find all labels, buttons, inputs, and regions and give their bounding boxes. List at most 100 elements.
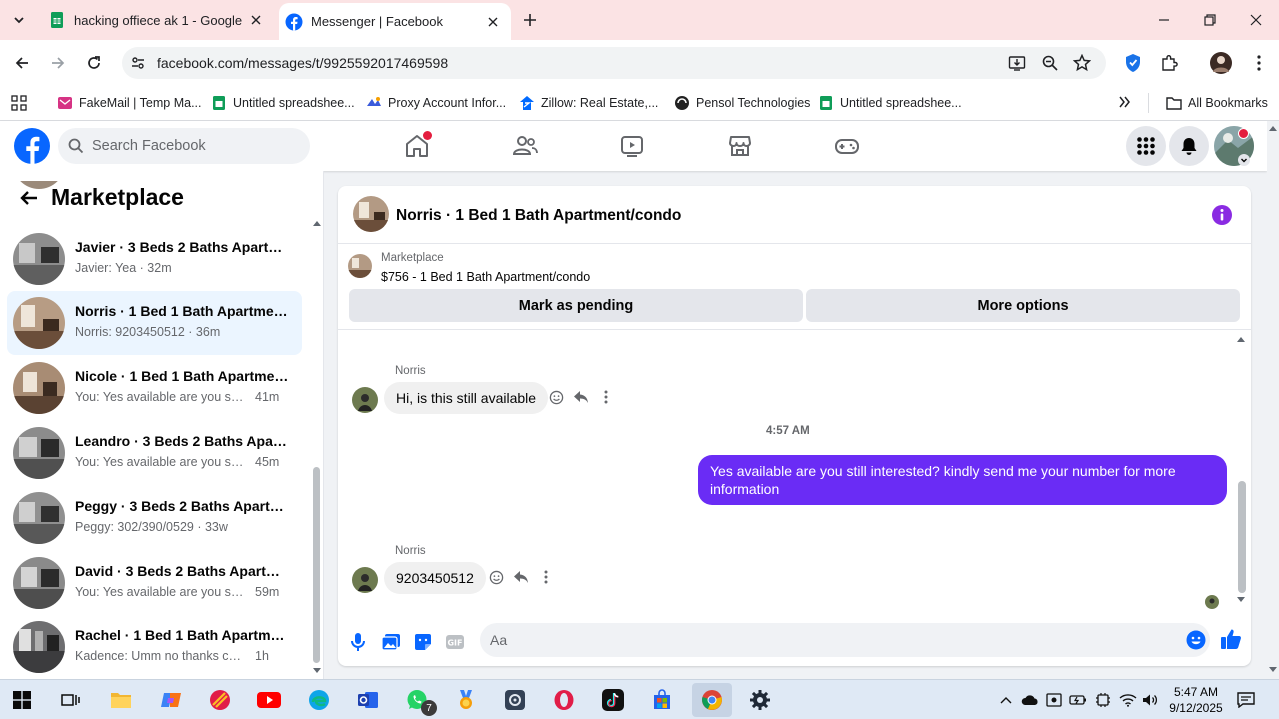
nav-video[interactable] bbox=[617, 131, 647, 161]
close-window-button[interactable] bbox=[1233, 0, 1279, 40]
tab-google-sheets[interactable]: hacking offiece ak 1 - Google Sh bbox=[40, 0, 274, 40]
emoji-icon[interactable] bbox=[1186, 630, 1206, 650]
reload-button[interactable] bbox=[82, 51, 106, 75]
scroll-up-arrow-icon[interactable] bbox=[1269, 125, 1277, 131]
listing-avatar[interactable] bbox=[353, 196, 389, 232]
reply-icon[interactable] bbox=[512, 568, 530, 586]
facebook-logo-icon[interactable] bbox=[14, 128, 50, 164]
sticker-button[interactable] bbox=[411, 630, 435, 654]
more-vertical-icon[interactable] bbox=[537, 568, 555, 586]
react-icon[interactable] bbox=[487, 568, 505, 586]
listing-thumbnail[interactable] bbox=[348, 254, 372, 278]
more-vertical-icon[interactable] bbox=[597, 388, 615, 406]
notifications-button[interactable] bbox=[1169, 126, 1209, 166]
conversation-item[interactable]: Rachel · 1 Bed 1 Bath Apartment... Kaden… bbox=[7, 615, 302, 679]
extension-shield-button[interactable] bbox=[1121, 51, 1145, 75]
listing-price-title[interactable]: $756 - 1 Bed 1 Bath Apartment/condo bbox=[381, 270, 590, 284]
restore-button[interactable] bbox=[1187, 0, 1233, 40]
chevron-double-right-icon[interactable] bbox=[1118, 95, 1132, 109]
show-hidden-icons-button[interactable] bbox=[997, 691, 1015, 709]
settings-button[interactable] bbox=[746, 686, 774, 714]
microsoft-store-button[interactable] bbox=[648, 686, 676, 714]
incoming-message-bubble[interactable]: Hi, is this still available bbox=[384, 382, 549, 414]
gif-button[interactable]: GIF bbox=[443, 630, 467, 654]
start-button[interactable] bbox=[8, 686, 36, 714]
bookmark-fakemail[interactable]: FakeMail | Temp Ma... bbox=[57, 91, 202, 115]
minimize-button[interactable] bbox=[1141, 0, 1187, 40]
scroll-up-arrow-icon[interactable] bbox=[312, 219, 322, 227]
conversation-item-selected[interactable]: Norris · 1 Bed 1 Bath Apartment... Norri… bbox=[7, 291, 302, 355]
scroll-up-arrow-icon[interactable] bbox=[1236, 335, 1246, 343]
tray-utility-icon[interactable] bbox=[1094, 691, 1112, 709]
nav-gaming[interactable] bbox=[832, 131, 862, 161]
conversation-item[interactable]: Peggy · 3 Beds 2 Baths Apartme... Peggy:… bbox=[7, 486, 302, 550]
task-view-button[interactable] bbox=[57, 686, 85, 714]
conversation-item[interactable]: David · 3 Beds 2 Baths Apartme... You: Y… bbox=[7, 551, 302, 615]
bookmark-zillow[interactable]: Zillow: Real Estate,... bbox=[519, 91, 658, 115]
opera-button[interactable] bbox=[550, 686, 578, 714]
wifi-tray[interactable] bbox=[1119, 691, 1137, 709]
onedrive-tray[interactable] bbox=[1021, 691, 1039, 709]
sender-avatar[interactable] bbox=[352, 387, 378, 413]
medal-app-button[interactable] bbox=[452, 686, 480, 714]
close-tab-icon[interactable] bbox=[485, 14, 501, 30]
close-tab-icon[interactable] bbox=[248, 12, 264, 28]
menu-button[interactable] bbox=[1126, 126, 1166, 166]
nav-home[interactable] bbox=[402, 131, 432, 161]
app-pinned-button[interactable] bbox=[206, 686, 234, 714]
youtube-button[interactable] bbox=[255, 686, 283, 714]
conversation-item[interactable]: Javier · 3 Beds 2 Baths Apartme... Javie… bbox=[7, 227, 302, 291]
sender-avatar[interactable] bbox=[352, 567, 378, 593]
reply-icon[interactable] bbox=[572, 388, 590, 406]
battery-tray[interactable] bbox=[1069, 691, 1087, 709]
file-explorer-button[interactable] bbox=[107, 686, 135, 714]
react-icon[interactable] bbox=[547, 388, 565, 406]
conversation-item[interactable]: Leandro · 3 Beds 2 Baths Apart... You: Y… bbox=[7, 421, 302, 485]
system-clock[interactable]: 5:47 AM 9/12/2025 bbox=[1166, 684, 1226, 716]
address-bar[interactable]: facebook.com/messages/t/9925592017469598 bbox=[122, 47, 1106, 79]
app-gear-button[interactable] bbox=[501, 686, 529, 714]
message-input[interactable] bbox=[490, 623, 1160, 657]
copilot-button[interactable] bbox=[157, 686, 185, 714]
tray-app-icon[interactable] bbox=[1045, 691, 1063, 709]
chat-title[interactable]: Norris · 1 Bed 1 Bath Apartment/condo bbox=[396, 207, 681, 225]
bookmark-proxy-account[interactable]: Proxy Account Infor... bbox=[366, 91, 506, 115]
nav-friends[interactable] bbox=[510, 131, 540, 161]
bookmark-star-icon[interactable] bbox=[1073, 54, 1091, 72]
tab-messenger[interactable]: Messenger | Facebook bbox=[279, 3, 511, 40]
more-options-button[interactable]: More options bbox=[806, 289, 1240, 322]
nav-marketplace[interactable] bbox=[725, 131, 755, 161]
new-tab-button[interactable] bbox=[519, 9, 541, 31]
voice-clip-button[interactable] bbox=[346, 630, 370, 654]
bookmark-pensol[interactable]: Pensol Technologies bbox=[674, 91, 810, 115]
scroll-down-arrow-icon[interactable] bbox=[1269, 667, 1277, 673]
attach-photo-button[interactable] bbox=[379, 630, 403, 654]
facebook-search-box[interactable] bbox=[58, 128, 310, 164]
info-icon[interactable] bbox=[1211, 204, 1233, 226]
incoming-message-bubble[interactable]: 9203450512 bbox=[384, 562, 486, 594]
apps-grid-icon[interactable] bbox=[11, 95, 27, 111]
forward-button[interactable] bbox=[46, 51, 70, 75]
all-bookmarks-button[interactable]: All Bookmarks bbox=[1166, 91, 1268, 115]
outlook-button[interactable] bbox=[354, 686, 382, 714]
install-app-icon[interactable] bbox=[1008, 54, 1026, 72]
bookmark-untitled-spreadsheet-1[interactable]: Untitled spreadshee... bbox=[211, 91, 355, 115]
scroll-down-arrow-icon[interactable] bbox=[312, 667, 322, 675]
page-scrollbar[interactable] bbox=[1267, 121, 1279, 679]
edge-button[interactable] bbox=[305, 686, 333, 714]
chrome-menu-button[interactable] bbox=[1247, 51, 1271, 75]
site-info-icon[interactable] bbox=[130, 55, 146, 71]
chrome-button[interactable] bbox=[692, 683, 732, 717]
search-input[interactable] bbox=[92, 138, 292, 154]
send-like-button[interactable] bbox=[1219, 627, 1243, 651]
scrollbar-thumb[interactable] bbox=[1238, 481, 1246, 593]
tab-search-button[interactable] bbox=[8, 9, 30, 31]
outgoing-message-bubble[interactable]: Yes available are you still interested? … bbox=[698, 455, 1227, 505]
back-button[interactable] bbox=[10, 51, 34, 75]
tiktok-button[interactable] bbox=[599, 686, 627, 714]
volume-tray[interactable] bbox=[1142, 691, 1160, 709]
notification-center-button[interactable] bbox=[1237, 691, 1255, 709]
scroll-down-arrow-icon[interactable] bbox=[1236, 596, 1246, 604]
extensions-button[interactable] bbox=[1157, 51, 1181, 75]
zoom-icon[interactable] bbox=[1041, 54, 1059, 72]
